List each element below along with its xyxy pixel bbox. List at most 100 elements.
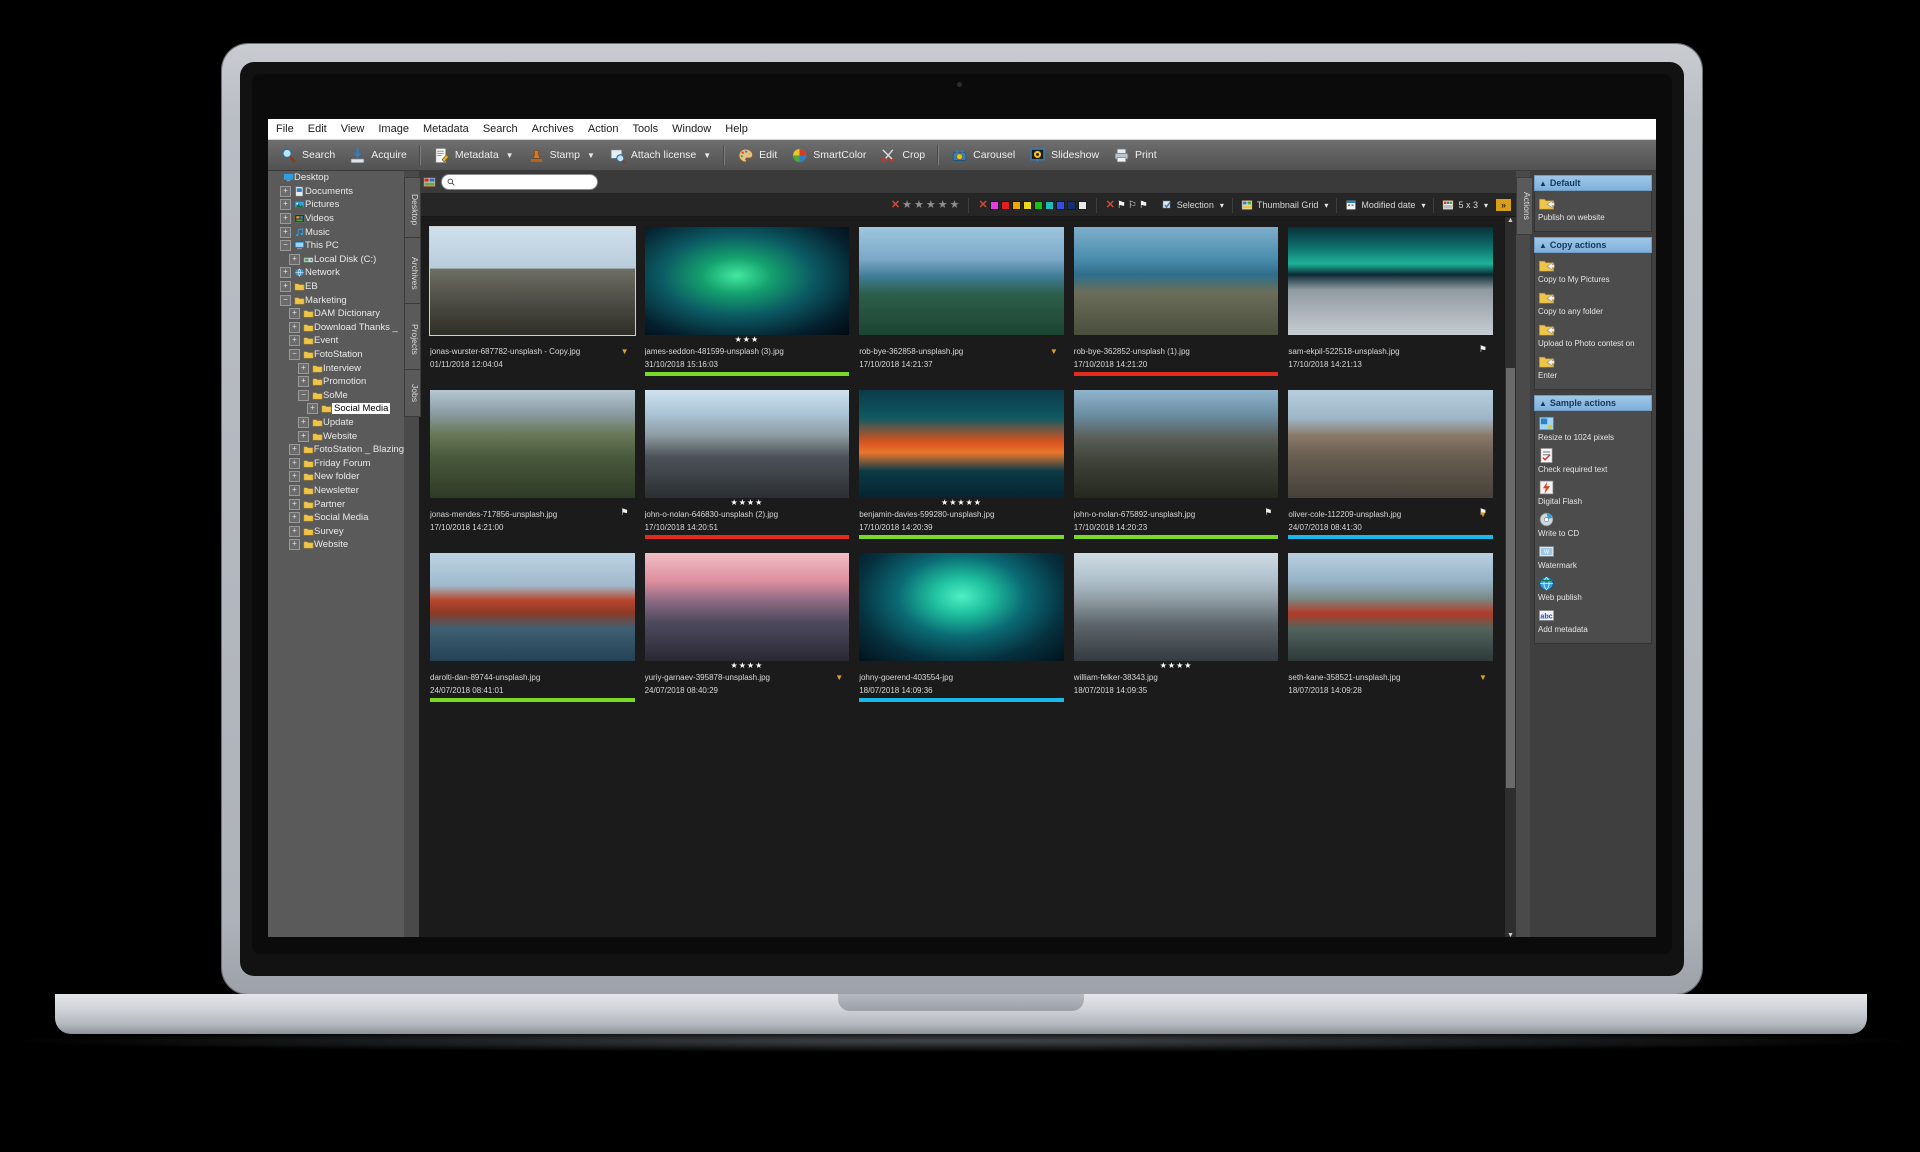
color-label-chip[interactable] [1078,201,1087,210]
tree-item-network[interactable]: +Network [268,266,404,280]
chevron-down-icon[interactable]: ▼ [703,151,711,160]
dropdown-marker-icon[interactable]: ▼ [1050,348,1058,356]
toolbar-button-crop[interactable]: Crop [874,141,931,169]
thumbnail-cell[interactable]: ★★★★★benjamin-davies-599280-unsplash.jpg… [854,390,1069,553]
tree-expander-plus[interactable]: + [289,471,300,482]
scroll-thumb[interactable] [1506,368,1515,788]
toolbar-button-print[interactable]: Print [1107,141,1163,169]
menu-item-view[interactable]: View [341,119,365,139]
grid-vertical-scrollbar[interactable]: ▲ ▼ [1504,217,1516,937]
thumbnail-image[interactable] [1288,553,1493,661]
action-item[interactable]: abcAdd metadata [1538,607,1648,634]
menu-item-help[interactable]: Help [725,119,748,139]
selection-dropdown[interactable]: Selection▾ [1157,198,1228,212]
tree-item-this-pc[interactable]: −This PC [268,239,404,253]
toolbar-button-search[interactable]: Search [274,141,341,169]
tree-expander-plus[interactable]: + [289,254,300,265]
chevron-down-icon[interactable]: ▾ [1324,201,1328,210]
tree-expander-plus[interactable]: + [280,227,291,238]
tree-item-website[interactable]: +Website [268,538,404,552]
actions-tab-rail[interactable]: Actions [1516,171,1530,937]
flag-icon[interactable]: ⚑ [1264,508,1272,517]
folder-tree-panel[interactable]: Desktop+Documents+Pictures+Videos+Music−… [268,171,404,937]
tree-item-event[interactable]: +Event [268,334,404,348]
action-item[interactable]: Write to CD [1538,511,1648,538]
collapse-chevron-icon[interactable]: ▲ [1539,241,1547,250]
tree-item-local-disk-c-[interactable]: +Local Disk (C:) [268,253,404,267]
tree-item-marketing[interactable]: −Marketing [268,293,404,307]
tree-item-some[interactable]: −SoMe [268,389,404,403]
view-mode-dropdown[interactable]: Thumbnail Grid▾ [1237,198,1333,212]
search-input[interactable] [441,174,598,190]
toolbar-button-slideshow[interactable]: Slideshow [1023,141,1105,169]
thumbnail-image[interactable] [1074,553,1279,661]
action-item[interactable]: Copy to any folder [1538,289,1648,316]
thumbnail-image[interactable] [645,227,850,335]
action-item[interactable]: WWatermark [1538,543,1648,570]
tree-expander-minus[interactable]: − [280,240,291,251]
tree-item-eb[interactable]: +EB [268,280,404,294]
left-rail-tab-archives[interactable]: Archives [404,237,421,309]
flag-filter[interactable]: ✕⚑⚐⚑ [1101,200,1153,211]
flag-filled-icon[interactable]: ⚑ [1139,200,1148,211]
chevron-down-icon[interactable]: ▾ [1220,201,1224,210]
toolbar-button-acquire[interactable]: Acquire [343,141,413,169]
clear-color-icon[interactable]: ✕ [978,200,987,211]
tree-item-social-media[interactable]: +Social Media [268,402,404,416]
menu-item-metadata[interactable]: Metadata [423,119,469,139]
tree-item-desktop[interactable]: Desktop [268,171,404,185]
menu-item-image[interactable]: Image [378,119,409,139]
thumbnail-cell[interactable]: rob-bye-362852-unsplash (1).jpg17/10/201… [1069,227,1284,390]
toolbar-button-attach-license[interactable]: Attach license▼ [603,141,717,169]
left-rail-tab-jobs[interactable]: Jobs [404,369,421,417]
tree-item-fotostation-blazing[interactable]: +FotoStation _ Blazing [268,443,404,457]
thumbnail-image[interactable] [1288,227,1493,335]
color-label-chip[interactable] [990,201,999,210]
tree-expander-minus[interactable]: − [298,390,309,401]
tree-item-fotostation[interactable]: −FotoStation [268,348,404,362]
rating-star-icon[interactable]: ★ [914,200,924,211]
thumbnail-image[interactable] [859,227,1064,335]
tree-item-pictures[interactable]: +Pictures [268,198,404,212]
tree-expander-plus[interactable]: + [289,499,300,510]
action-item[interactable]: Resize to 1024 pixels [1538,415,1648,442]
flag-icon[interactable]: ⚑ [621,508,629,517]
dropdown-marker-icon[interactable]: ▼ [1479,511,1487,519]
flag-icon[interactable]: ⚑ [1479,345,1487,354]
left-tab-rail[interactable]: DesktopArchivesProjectsJobs [404,171,419,937]
thumbnail-cell[interactable]: ★★★★john-o-nolan-646830-unsplash (2).jpg… [640,390,855,553]
thumbnail-image[interactable] [1074,390,1279,498]
thumbnail-image[interactable] [859,390,1064,498]
thumbnail-image[interactable] [1074,227,1279,335]
thumbnail-cell[interactable]: seth-kane-358521-unsplash.jpg18/07/2018 … [1283,553,1498,716]
tree-item-new-folder[interactable]: +New folder [268,470,404,484]
thumbnail-image[interactable] [430,390,635,498]
color-label-chip[interactable] [1023,201,1032,210]
action-item[interactable]: Publish on website [1538,195,1648,222]
toolbar-button-metadata[interactable]: Metadata▼ [427,141,520,169]
thumbnail-cell[interactable]: johny-goerend-403554-jpg18/07/2018 14:09… [854,553,1069,716]
clear-flag-icon[interactable]: ✕ [1106,200,1115,211]
tree-expander-plus[interactable]: + [289,485,300,496]
color-label-chip[interactable] [1056,201,1065,210]
thumbnail-cell[interactable]: ★★★★william-felker-38343.jpg18/07/2018 1… [1069,553,1284,716]
action-item[interactable]: Web publish [1538,575,1648,602]
tree-expander-plus[interactable]: + [289,444,300,455]
rating-star-icon[interactable]: ★ [926,200,936,211]
chevron-down-icon[interactable]: ▾ [1484,201,1488,210]
tree-expander-plus[interactable]: + [298,363,309,374]
action-item[interactable]: Digital Flash [1538,479,1648,506]
tree-expander-plus[interactable]: + [298,431,309,442]
tree-expander-minus[interactable]: − [289,349,300,360]
dropdown-marker-icon[interactable]: ▼ [835,674,843,682]
tree-expander-plus[interactable]: + [280,199,291,210]
action-item[interactable]: Check required text [1538,447,1648,474]
tree-expander-plus[interactable]: + [280,213,291,224]
color-label-chip[interactable] [1012,201,1021,210]
thumbnail-image[interactable] [859,553,1064,661]
tree-expander-plus[interactable]: + [289,322,300,333]
chevron-down-icon[interactable]: ▾ [1421,201,1425,210]
action-group-header[interactable]: ▲Sample actions [1534,395,1652,411]
actions-rail-tab[interactable]: Actions [1516,177,1533,235]
action-group-header[interactable]: ▲Default [1534,175,1652,191]
